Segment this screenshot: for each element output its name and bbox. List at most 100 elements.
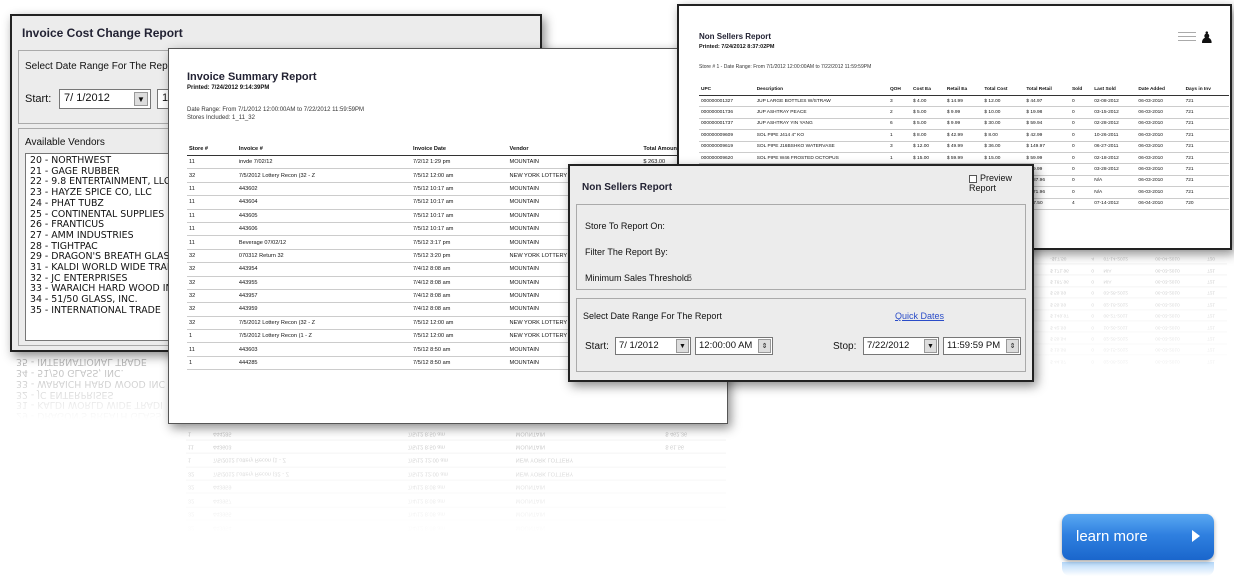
table-cell: $ 5.00: [911, 118, 945, 131]
stop-time-field[interactable]: 11:59:59 PM ⇕: [943, 337, 1021, 355]
table-cell: 06-03-2010: [1136, 118, 1184, 131]
reflection-cell: $ 61.56: [663, 439, 726, 454]
stop-time-value: 11:59:59 PM: [947, 340, 1001, 351]
stop-date-picker[interactable]: 7/22/2012 ▼: [863, 337, 939, 355]
reflection-cell: 0: [1089, 298, 1102, 310]
reflection-cell: 02-18-2012: [1101, 298, 1154, 310]
printed-timestamp: Printed: 7/24/2012 8:37:02PM: [699, 44, 775, 50]
checkbox-icon[interactable]: [969, 174, 977, 183]
threshold-input[interactable]: 5: [687, 273, 692, 283]
filter-group: Store To Report On: Filter The Report By…: [576, 173, 1026, 290]
table-cell: 7/5/12 3:20 pm: [411, 249, 508, 264]
table-cell: SOL PIPE J16BSHKO WATERVASE: [754, 141, 888, 153]
column-header: Sold: [1069, 84, 1093, 96]
learn-more-button[interactable]: learn more: [1062, 514, 1214, 560]
table-cell: 07-14-2012: [1092, 198, 1137, 210]
reflection-cell: 1: [186, 453, 211, 467]
reflection-cell: [663, 466, 726, 481]
spinner-icon[interactable]: ⇕: [758, 339, 771, 353]
reflection-cell: 721: [1205, 343, 1227, 356]
table-cell: 06-04-2010: [1136, 198, 1184, 210]
chevron-down-icon[interactable]: ▼: [676, 339, 689, 353]
table-cell: $ 36.00: [982, 141, 1025, 153]
reflection-cell: MOUNTAIN: [513, 506, 664, 521]
start-date-picker[interactable]: 7/ 1/2012 ▼: [615, 337, 691, 355]
chevron-down-icon[interactable]: ▼: [134, 92, 148, 106]
reflection-row: 11 443603 7/5/12 8:50 am MOUNTAIN $ 61.56: [186, 439, 726, 454]
table-cell: 3: [887, 141, 912, 153]
table-cell: 10-26-2011: [1092, 129, 1137, 142]
date-range-group: Select Date Range For The Report Quick D…: [576, 298, 1026, 372]
stop-label: Stop:: [833, 341, 857, 352]
reflection-cell: 06-03-2010: [1153, 320, 1206, 333]
table-cell: $ 149.97: [1024, 141, 1070, 153]
table-cell: $ 8.00: [911, 129, 945, 142]
column-header: Total Retail: [1024, 84, 1070, 96]
reflection-row: 32 443959 7/4/12 8:08 am MOUNTAIN: [186, 480, 726, 494]
table-cell: 0: [1069, 106, 1093, 119]
column-header: Cost Ea: [911, 84, 945, 96]
vendor-reflection-item: 29 - DRAGON'S BREATH GLASS: [16, 410, 162, 420]
reflection-cell: $ 462.36: [663, 426, 726, 440]
table-cell: 11: [187, 209, 237, 223]
table-cell: 11: [187, 222, 237, 237]
reflection-row: 32 7/5/2012 Lottery Recon (32 - Z 7/5/12 1…: [186, 466, 726, 481]
preview-checkbox[interactable]: Preview Report: [969, 173, 1025, 193]
menu-icon[interactable]: [1178, 32, 1196, 44]
reflection-cell: 03-15-2012: [1101, 343, 1154, 356]
start-date-value: 7/ 1/2012: [619, 340, 659, 351]
table-cell: 11: [187, 195, 237, 210]
table-cell: 443603: [236, 342, 412, 357]
table-cell: 32: [187, 262, 237, 277]
start-time-field[interactable]: 12:00:00 AM ⇕: [695, 337, 773, 355]
reflection-cell: -$17.50: [1048, 252, 1090, 264]
table-cell: 7/5/12 3:17 pm: [411, 235, 508, 250]
table-cell: $ 59.99: [944, 152, 983, 165]
spinner-icon[interactable]: ⇕: [1006, 339, 1019, 353]
reflection-cell: 32: [186, 520, 211, 534]
table-cell: 0: [1069, 141, 1093, 153]
table-cell: 7/5/12 12:00 am: [411, 329, 508, 344]
reflection-cell: 32: [186, 493, 211, 507]
table-cell: 06-03-2010: [1136, 141, 1184, 153]
reflection-cell: [663, 506, 726, 521]
reflection-row: 32 443957 7/4/12 8:08 am MOUNTAIN: [186, 493, 726, 507]
window-title: Invoice Cost Change Report: [22, 26, 183, 40]
quick-dates-link[interactable]: Quick Dates: [895, 311, 944, 321]
reflection-cell: 06-03-2010: [1153, 309, 1206, 321]
date-range-label: Select Date Range For The Report: [583, 311, 722, 321]
start-date-picker[interactable]: 7/ 1/2012 ▼: [59, 89, 151, 109]
reflection-cell: 7/5/12 12:00 am: [405, 453, 514, 467]
nonsellers-form-window: Non Sellers Report Store To Report On: F…: [568, 164, 1034, 382]
reflection-cell: MOUNTAIN: [513, 493, 664, 507]
chevron-down-icon[interactable]: ▼: [924, 339, 937, 353]
table-cell: 7/5/12 10:17 am: [411, 209, 508, 223]
table-row: 000000009609 SOL PIPE J414 4" KO 1 $ 8.00 $ …: [699, 129, 1229, 142]
reflection-cell: 720: [1205, 252, 1227, 264]
reflection-cell: 721: [1205, 298, 1227, 310]
table-cell: $ 42.99: [1024, 129, 1070, 142]
table-cell: 11: [187, 342, 237, 357]
table-cell: 11: [187, 182, 237, 197]
table-cell: 443954: [236, 262, 412, 277]
table-cell: 7/4/12 8:08 am: [411, 289, 508, 304]
vendor-reflection-item: 35 - INTERNATIONAL TRADE: [16, 356, 147, 368]
date-range-text: Store # 1 - Date Range: From 7/1/2012 12…: [699, 64, 872, 70]
table-cell: $ 10.00: [982, 106, 1025, 119]
reflection-cell: MOUNTAIN: [513, 426, 664, 440]
reflection-cell: MOUNTAIN: [513, 480, 664, 494]
reflection-cell: 443955: [210, 506, 406, 521]
table-cell: 7/5/12 10:17 am: [411, 182, 508, 197]
stop-date-value: 7/22/2012: [867, 340, 910, 351]
table-cell: $ 30.00: [982, 118, 1025, 131]
reflection-cell: 7/5/12 12:00 am: [405, 466, 514, 481]
table-cell: 0: [1069, 95, 1093, 108]
reflection-cell: 0: [1089, 309, 1102, 321]
table-cell: N/A: [1092, 175, 1137, 188]
date-range-label: Select Date Range For The Report: [25, 61, 180, 72]
stores-included-text: Stores Included: 1_11_32: [187, 115, 255, 121]
table-cell: $ 49.99: [944, 141, 983, 153]
table-cell: $ 8.00: [982, 129, 1025, 142]
report-title: Invoice Summary Report: [187, 71, 317, 83]
table-cell: 7/5/2012 Lottery Recon (32 - Z: [236, 168, 412, 183]
